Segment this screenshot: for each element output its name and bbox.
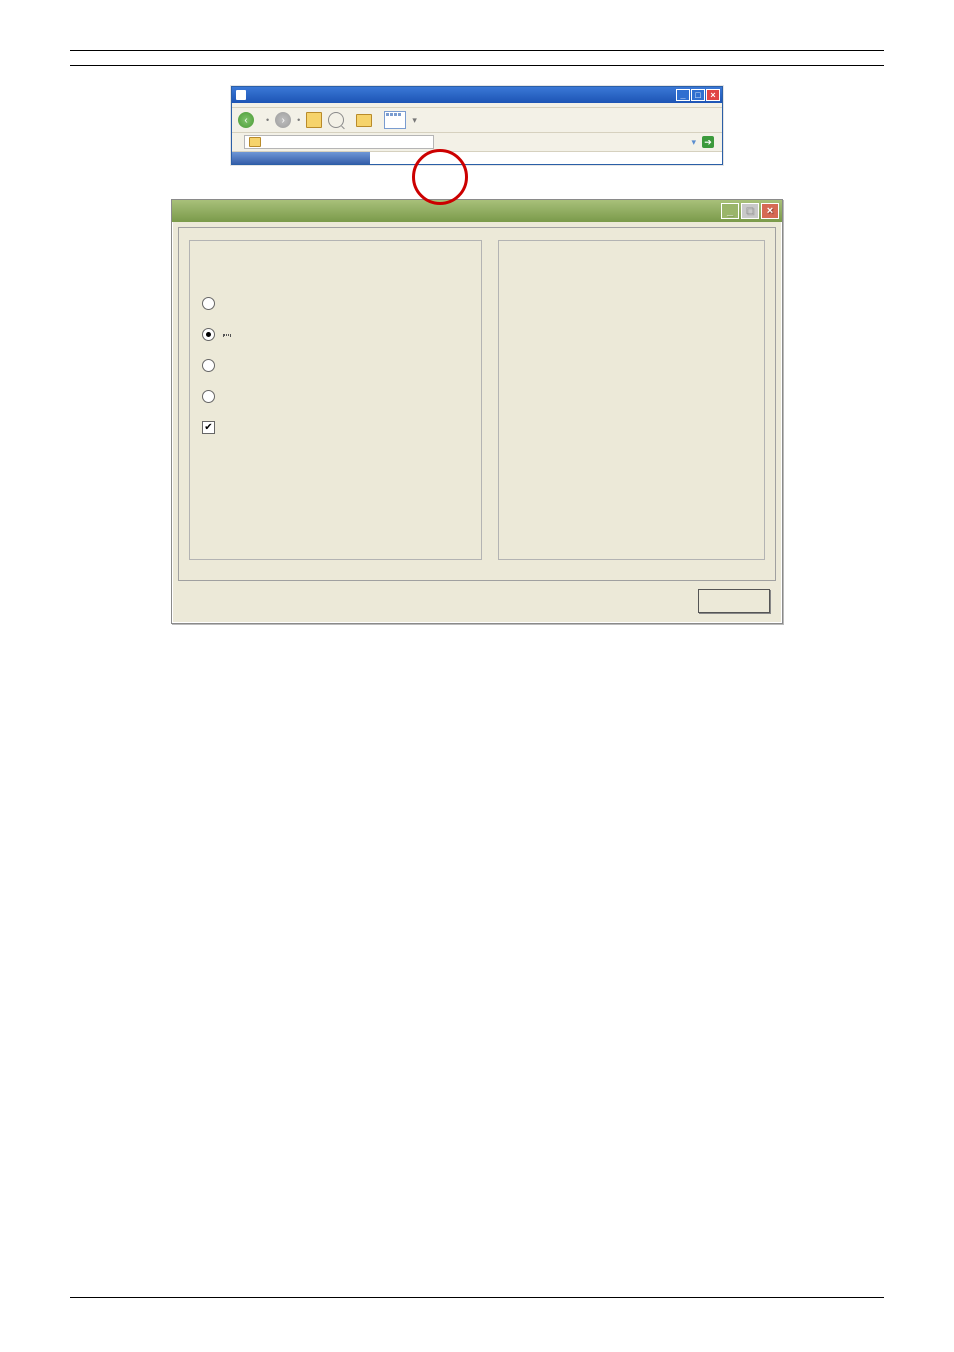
minimize-button[interactable]: _ bbox=[676, 89, 690, 101]
folders-icon[interactable] bbox=[356, 114, 372, 127]
close-button[interactable]: × bbox=[761, 203, 779, 219]
go-icon: ➔ bbox=[702, 136, 714, 148]
checkbox-sync-phonejack[interactable]: ✔ bbox=[202, 421, 469, 434]
radio-icon bbox=[202, 359, 215, 372]
maximize-button[interactable]: □ bbox=[691, 89, 705, 101]
forward-button[interactable]: › bbox=[275, 112, 291, 128]
radio-headphone[interactable] bbox=[202, 297, 469, 310]
radio-2-channel[interactable] bbox=[202, 328, 469, 341]
control-panel-window: _ □ × ‹ • › • ▾ bbox=[231, 86, 723, 165]
toolbar: ‹ • › • ▾ bbox=[232, 108, 722, 133]
footer bbox=[70, 1297, 884, 1302]
folder-icon bbox=[249, 137, 261, 147]
go-button[interactable]: ➔ bbox=[702, 136, 716, 148]
group-phonejack-switch bbox=[498, 240, 765, 560]
address-bar: ▾ ➔ bbox=[232, 133, 722, 152]
radio-icon bbox=[202, 328, 215, 341]
title-bar: _ □ × bbox=[232, 87, 722, 103]
icon-grid bbox=[370, 152, 722, 164]
side-pane bbox=[232, 152, 370, 164]
window-icon bbox=[236, 90, 246, 100]
ac97-window: _ □ × bbox=[171, 199, 783, 624]
radio-6-channel[interactable] bbox=[202, 390, 469, 403]
close-button[interactable]: × bbox=[706, 89, 720, 101]
radio-icon bbox=[202, 390, 215, 403]
back-button[interactable]: ‹ bbox=[238, 112, 254, 128]
group-number-of-speakers: ✔ bbox=[189, 240, 482, 560]
address-dropdown[interactable]: ▾ bbox=[691, 137, 696, 148]
maximize-button: □ bbox=[741, 203, 759, 219]
up-folder-icon[interactable] bbox=[306, 112, 322, 128]
ok-button[interactable] bbox=[698, 589, 770, 613]
search-icon[interactable] bbox=[328, 112, 344, 128]
checkbox-icon: ✔ bbox=[202, 421, 215, 434]
tab-page-speaker-configuration: ✔ bbox=[178, 227, 776, 581]
views-icon[interactable] bbox=[384, 111, 406, 129]
radio-icon bbox=[202, 297, 215, 310]
radio-4-channel[interactable] bbox=[202, 359, 469, 372]
title-bar: _ □ × bbox=[172, 200, 782, 222]
minimize-button[interactable]: _ bbox=[721, 203, 739, 219]
address-field[interactable] bbox=[244, 135, 434, 149]
